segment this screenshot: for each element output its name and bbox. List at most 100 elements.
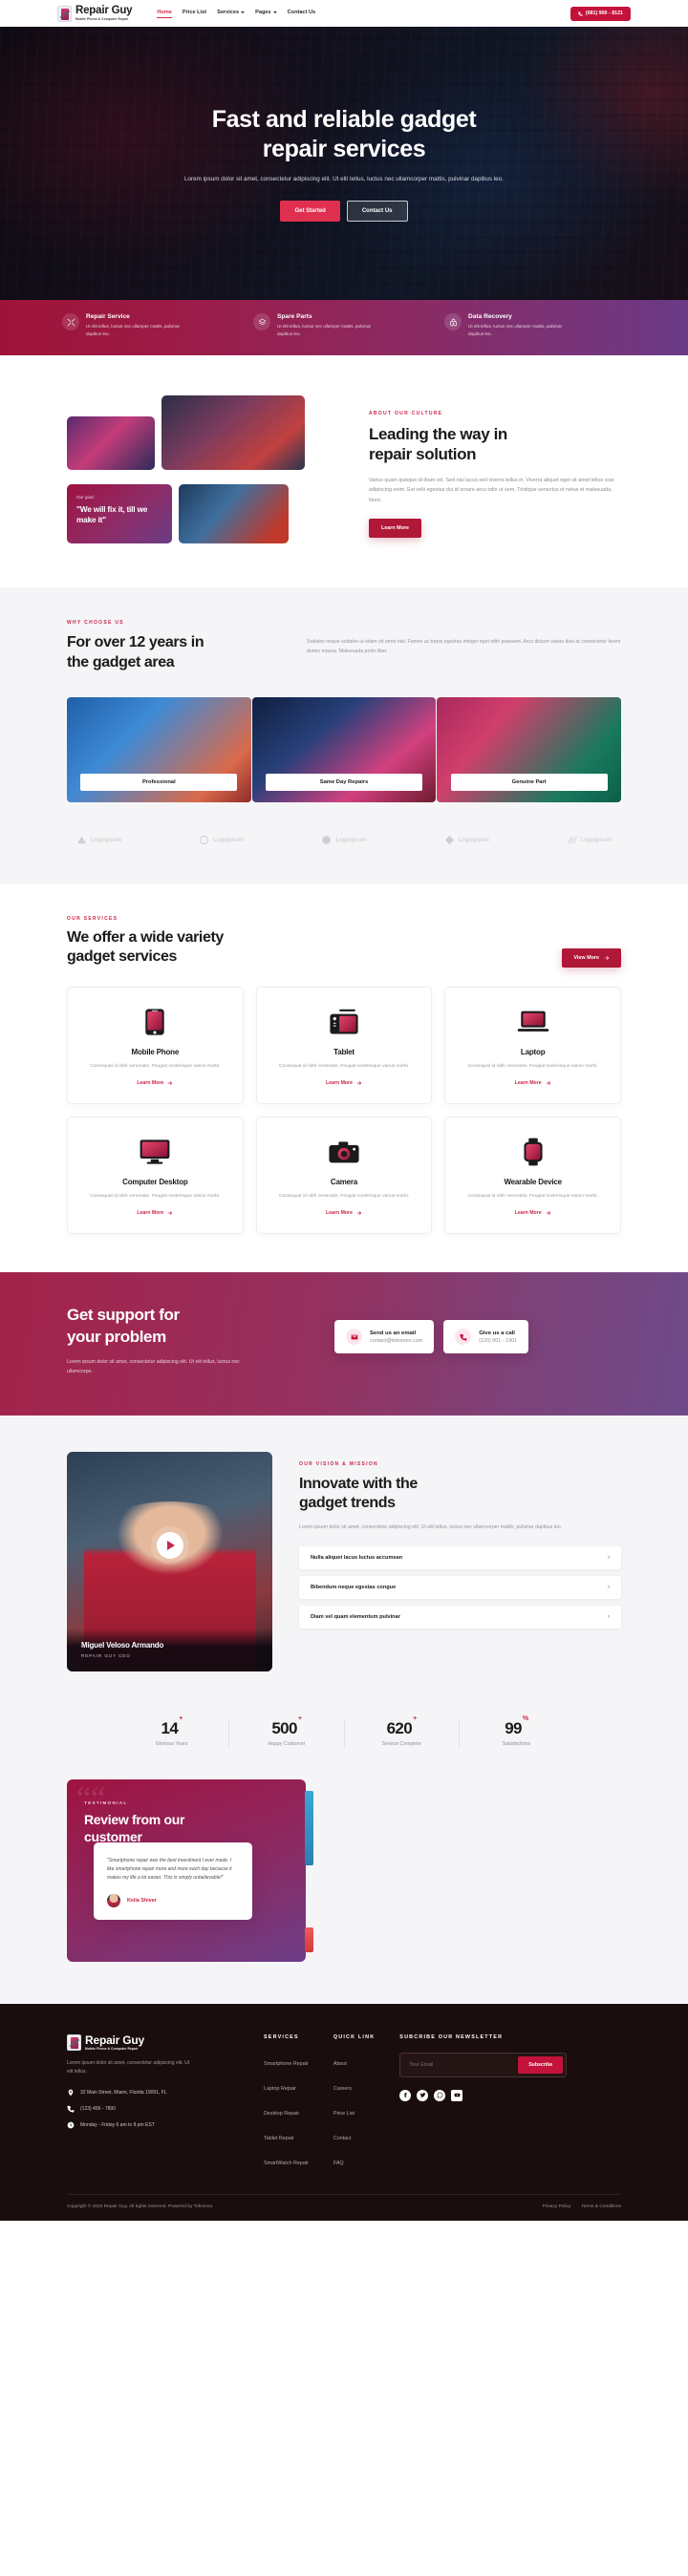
play-button-icon[interactable] bbox=[156, 1531, 183, 1559]
footer-link-about[interactable]: About bbox=[333, 2061, 347, 2067]
service-learn-more-link[interactable]: Learn More bbox=[326, 1080, 362, 1086]
testimonial-title-line2: customer bbox=[84, 1828, 142, 1844]
footer-address-text: 32 Main Street, Miami, Florida 19091, FL bbox=[80, 2090, 167, 2097]
service-learn-more-link[interactable]: Learn More bbox=[326, 1210, 362, 1216]
about-learn-more-button[interactable]: Learn More bbox=[369, 519, 422, 538]
service-card-laptop[interactable]: Laptop Consequat id nibh venenatis. Feug… bbox=[444, 987, 621, 1105]
get-started-button[interactable]: Get Started bbox=[280, 200, 340, 222]
hero-subtitle: Lorem ipsum dolor sit amet, consectetur … bbox=[184, 176, 504, 183]
service-learn-more-link[interactable]: Learn More bbox=[515, 1080, 551, 1086]
view-more-button[interactable]: View More bbox=[562, 948, 621, 969]
whatsapp-icon[interactable] bbox=[434, 2089, 446, 2101]
footer-link-faq[interactable]: FAQ bbox=[333, 2161, 344, 2166]
arrow-right-icon bbox=[546, 1081, 550, 1086]
nav-item-price-list[interactable]: Price List bbox=[183, 10, 206, 17]
footer-link-laptop-repair[interactable]: Laptop Repair bbox=[264, 2086, 296, 2092]
footer-link-smartphone-repair[interactable]: Smartphone Repair bbox=[264, 2061, 309, 2067]
service-card-computer-desktop[interactable]: Computer Desktop Consequat id nibh venen… bbox=[67, 1117, 244, 1235]
stat-suffix: % bbox=[522, 1714, 528, 1722]
support-title-line2: your problem bbox=[67, 1327, 166, 1346]
footer-quicklink-column: QUICK LINK About Careers Price List Cont… bbox=[333, 2034, 375, 2169]
footer-link-price-list[interactable]: Price List bbox=[333, 2111, 355, 2117]
stats-section: 14+ Glorious Years 500+ Happy Customer 6… bbox=[0, 1703, 688, 1779]
facebook-icon[interactable] bbox=[399, 2089, 412, 2101]
footer-link-careers[interactable]: Careers bbox=[333, 2086, 352, 2092]
arrow-right-icon bbox=[356, 1081, 362, 1086]
feature-repair-service[interactable]: Repair Service Ut elit tellus, luctus ne… bbox=[62, 313, 244, 338]
footer-link-tablet-repair[interactable]: Tablet Repair bbox=[264, 2136, 294, 2141]
service-title: Computer Desktop bbox=[122, 1178, 188, 1187]
footer-brand-logo[interactable]: Repair Guy Mobile Phone & Computer Repai… bbox=[67, 2033, 239, 2051]
service-link-label: Learn More bbox=[326, 1080, 353, 1087]
avatar bbox=[107, 1894, 120, 1908]
service-title: Wearable Device bbox=[504, 1178, 562, 1187]
brand-tagline: Mobile Phone & Computer Repair bbox=[75, 16, 129, 21]
site-footer: Repair Guy Mobile Phone & Computer Repai… bbox=[0, 2003, 688, 2221]
give-call-title: Give us a call bbox=[479, 1330, 515, 1336]
site-header: Repair Guy Mobile Phone & Computer Repai… bbox=[0, 0, 688, 27]
send-email-title: Send us an email bbox=[370, 1330, 417, 1336]
subscribe-button[interactable]: Subscribe bbox=[518, 2055, 564, 2074]
why-pill-label: Professional bbox=[80, 773, 238, 791]
service-learn-more-link[interactable]: Learn More bbox=[137, 1080, 173, 1086]
service-desc: Consequat id nibh venenatis. Feugiat sce… bbox=[90, 1194, 221, 1200]
why-card-genuine-part[interactable]: Genuine Part bbox=[437, 696, 622, 802]
support-title-line1: Get support for bbox=[67, 1306, 180, 1325]
brand-logo[interactable]: Repair Guy Mobile Phone & Computer Repai… bbox=[57, 4, 133, 22]
send-email-card[interactable]: Send us an email contact@tokomoo.com bbox=[334, 1320, 435, 1354]
about-photo-phone-repair bbox=[67, 416, 155, 471]
view-more-label: View More bbox=[573, 955, 599, 962]
nav-item-pages[interactable]: Pages bbox=[255, 10, 277, 17]
contact-us-button[interactable]: Contact Us bbox=[346, 200, 408, 222]
service-desc: Consequat id nibh venenatis. Feugiat sce… bbox=[467, 1064, 598, 1070]
nav-label: Contact Us bbox=[287, 10, 316, 15]
newsletter-email-input[interactable] bbox=[403, 2057, 519, 2072]
stat-value: 14+ bbox=[115, 1715, 228, 1738]
stat-satisfactions: 99% Satisfactions bbox=[460, 1715, 573, 1747]
footer-link-smartwatch-repair[interactable]: SmartWatch Repair bbox=[264, 2161, 309, 2166]
hexagon-logo-icon bbox=[322, 835, 331, 844]
accordion-item-3[interactable]: Diam vel quam elementum pulvinar › bbox=[299, 1605, 621, 1629]
footer-brand-name: Repair Guy bbox=[85, 2033, 145, 2047]
footer-link-desktop-repair[interactable]: Desktop Repair bbox=[264, 2111, 299, 2117]
feature-data-recovery[interactable]: Data Recovery Ut elit tellus, luctus nec… bbox=[444, 313, 626, 338]
footer-newsletter-title: SUBCRIBE OUR NEWSLETTER bbox=[399, 2033, 504, 2040]
services-title: We offer a wide variety gadget services bbox=[67, 928, 224, 969]
main-nav: Home Price List Services Pages Contact U… bbox=[157, 10, 316, 18]
accordion-item-1[interactable]: Nulla aliquet lacus luctus accumsan › bbox=[299, 1545, 621, 1569]
testimonial-card: "Smartphone repair was the best investme… bbox=[94, 1842, 252, 1921]
service-desc: Consequat id nibh venenatis. Feugiat sce… bbox=[278, 1194, 410, 1200]
footer-link-contact[interactable]: Contact bbox=[333, 2136, 352, 2141]
twitter-glyph bbox=[419, 2093, 426, 2098]
service-card-tablet[interactable]: Tablet Consequat id nibh venenatis. Feug… bbox=[255, 987, 433, 1105]
header-phone-button[interactable]: (081) 900 - 8121 bbox=[570, 6, 631, 21]
service-card-wearable-device[interactable]: Wearable Device Consequat id nibh venena… bbox=[444, 1117, 621, 1235]
accordion-item-2[interactable]: Bibendum neque egestas congue › bbox=[299, 1575, 621, 1599]
service-learn-more-link[interactable]: Learn More bbox=[515, 1210, 551, 1216]
feature-spare-parts[interactable]: Spare Parts Ut elit tellus, luctus nec u… bbox=[253, 313, 435, 338]
youtube-icon[interactable] bbox=[451, 2089, 463, 2101]
camera-icon bbox=[270, 1135, 419, 1169]
clock-icon bbox=[67, 2122, 75, 2129]
service-title: Laptop bbox=[520, 1048, 546, 1057]
service-card-mobile-phone[interactable]: Mobile Phone Consequat id nibh venenatis… bbox=[67, 987, 244, 1105]
terms-conditions-link[interactable]: Terms & Conditions bbox=[581, 2204, 621, 2209]
nav-item-home[interactable]: Home bbox=[157, 10, 172, 18]
partner-logo-3: Logoipsum bbox=[321, 835, 367, 845]
why-card-same-day-repairs[interactable]: Same Day Repairs bbox=[251, 696, 437, 802]
brand-name: Repair Guy bbox=[75, 4, 133, 16]
service-learn-more-link[interactable]: Learn More bbox=[137, 1210, 173, 1216]
arrow-right-icon bbox=[604, 956, 610, 961]
twitter-icon[interactable] bbox=[417, 2089, 429, 2101]
give-call-card[interactable]: Give us a call (120) 801 - 1901 bbox=[443, 1320, 529, 1354]
ceo-video-player[interactable]: Miguel Veloso Armando REPAIR GUY CEO bbox=[67, 1451, 272, 1671]
service-card-camera[interactable]: Camera Consequat id nibh venenatis. Feug… bbox=[255, 1117, 433, 1235]
why-card-professional[interactable]: Professional bbox=[67, 696, 251, 802]
privacy-policy-link[interactable]: Privacy Policy bbox=[543, 2204, 571, 2209]
nav-item-contact-us[interactable]: Contact Us bbox=[288, 10, 316, 17]
layers-icon bbox=[253, 313, 270, 330]
service-title: Camera bbox=[330, 1178, 358, 1187]
logo-icon bbox=[57, 5, 72, 22]
nav-item-services[interactable]: Services bbox=[217, 10, 246, 17]
arrow-right-icon bbox=[546, 1211, 550, 1216]
